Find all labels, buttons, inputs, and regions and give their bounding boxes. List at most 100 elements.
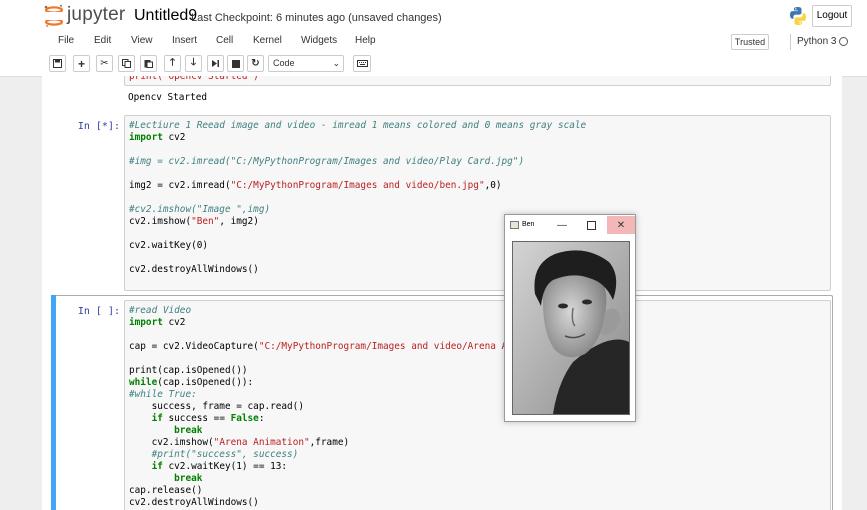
menubar: File Edit View Insert Cell Kernel Widget… xyxy=(0,31,867,53)
kernel-status-icon xyxy=(839,37,848,46)
code-token-plain: cv2.destroyAllWindows() xyxy=(129,264,259,275)
cell-type-select[interactable]: Code ⌄ xyxy=(268,55,344,72)
cell-input[interactable]: print("Opencv Started") xyxy=(124,76,831,86)
code-token-keyword: False xyxy=(230,413,259,424)
save-icon xyxy=(53,59,62,68)
cell-input[interactable]: #read Video import cv2 cap = cv2.VideoCa… xyxy=(124,300,831,510)
move-down-icon: 🡓 xyxy=(190,57,197,68)
jupyter-logo-text[interactable]: jupyter xyxy=(67,4,125,26)
move-up-button[interactable]: 🡑 xyxy=(164,55,181,72)
minimize-icon: — xyxy=(557,219,567,231)
code-line: print(cap.isOpened()) xyxy=(129,365,248,377)
window-app-icon xyxy=(510,221,519,229)
paste-button[interactable] xyxy=(140,55,157,72)
code-token-comment: #read Video xyxy=(129,305,192,316)
move-down-button[interactable]: 🡓 xyxy=(185,55,202,72)
code-token-plain: cv2 xyxy=(162,317,186,328)
cell-input[interactable]: #Lectiure 1 Reead image and video - imre… xyxy=(124,115,831,291)
checkpoint-status: Last Checkpoint: 6 minutes ago (unsaved … xyxy=(191,12,442,24)
code-token-keyword: break xyxy=(174,425,203,436)
notebook-container: print("Opencv Started") Opencv Started I… xyxy=(42,76,842,510)
code-token-comment: #while True: xyxy=(129,389,197,400)
code-token-plain: success == xyxy=(162,413,231,424)
menu-insert[interactable]: Insert xyxy=(172,35,197,46)
restart-button[interactable]: ↻ xyxy=(247,55,264,72)
code-token-keyword: break xyxy=(174,473,203,484)
code-token-plain: img2 = cv2.imread( xyxy=(129,180,231,191)
code-line: import cv2 xyxy=(129,317,185,329)
opencv-image-window[interactable]: Ben — ✕ xyxy=(504,214,636,422)
code-token-plain: cv2.imshow( xyxy=(129,437,214,448)
command-palette-button[interactable] xyxy=(353,55,371,72)
code-token-plain: : xyxy=(258,413,265,424)
code-token-keyword: if xyxy=(151,413,163,424)
interrupt-button[interactable] xyxy=(227,55,244,72)
notebook-header: jupyter Untitled9 Last Checkpoint: 6 min… xyxy=(0,0,867,31)
code-token-plain: cv2.imshow( xyxy=(129,216,192,227)
menu-kernel[interactable]: Kernel xyxy=(253,35,282,46)
code-line: cv2.destroyAllWindows() xyxy=(129,264,259,276)
menu-help[interactable]: Help xyxy=(355,35,376,46)
code-token-plain: cap.release() xyxy=(129,485,203,496)
code-token-keyword: while xyxy=(129,377,158,388)
cell-output: Opencv Started xyxy=(128,92,208,103)
code-line: #Lectiure 1 Reead image and video - imre… xyxy=(129,120,586,132)
code-token-plain: ,0) xyxy=(484,180,502,191)
code-line: break xyxy=(129,425,202,437)
stop-icon xyxy=(231,59,240,68)
code-cell-selected[interactable]: In [ ]: #read Video import cv2 cap = cv2… xyxy=(42,300,842,510)
keyboard-icon xyxy=(356,60,368,67)
code-token-string: "Ben" xyxy=(191,216,220,227)
toolbar: + ✂ 🡑 🡓 ↻ Code ⌄ xyxy=(0,52,867,77)
code-line: print("Opencv Started") xyxy=(129,76,259,83)
kernel-separator xyxy=(790,34,791,50)
code-token-plain: , img2) xyxy=(219,216,259,227)
kernel-name[interactable]: Python 3 xyxy=(797,36,836,47)
code-line: #print("success", success) xyxy=(129,449,299,461)
code-token-string: print("Opencv Started") xyxy=(129,76,259,82)
code-line: import cv2 xyxy=(129,132,185,144)
code-token-plain: cv2.waitKey(1) == 13: xyxy=(162,461,288,472)
cut-icon: ✂ xyxy=(100,58,109,69)
menu-cell[interactable]: Cell xyxy=(216,35,233,46)
code-token-keyword: import xyxy=(129,132,163,143)
restart-icon: ↻ xyxy=(251,58,260,69)
code-token-plain: (cap.isOpened()): xyxy=(157,377,254,388)
insert-cell-button[interactable]: + xyxy=(73,55,90,72)
cut-button[interactable]: ✂ xyxy=(96,55,113,72)
code-token-plain: cv2.destroyAllWindows() xyxy=(129,497,259,508)
code-cell[interactable]: In [*]: #Lectiure 1 Reead image and vide… xyxy=(42,115,842,291)
code-line: cv2.imshow("Arena Animation",frame) xyxy=(129,437,350,449)
code-token-comment: #cv2.imshow("Image ",img) xyxy=(129,204,271,215)
code-line: success, frame = cap.read() xyxy=(129,401,304,413)
copy-button[interactable] xyxy=(118,55,135,72)
copy-icon xyxy=(122,59,131,68)
save-button[interactable] xyxy=(49,55,66,72)
code-line: cv2.imshow("Ben", img2) xyxy=(129,216,259,228)
menu-edit[interactable]: Edit xyxy=(94,35,111,46)
trusted-indicator[interactable]: Trusted xyxy=(731,34,769,50)
logout-button[interactable]: Logout xyxy=(812,5,852,27)
code-token-string: "Arena Animation" xyxy=(213,437,310,448)
code-token-keyword: if xyxy=(151,461,163,472)
notebook-title[interactable]: Untitled9 xyxy=(134,7,197,25)
code-token-string: "C:/MyPythonProgram/Images and video/Are… xyxy=(258,341,519,352)
window-title: Ben xyxy=(522,221,535,228)
code-line: cv2.destroyAllWindows() xyxy=(129,497,259,509)
menu-widgets[interactable]: Widgets xyxy=(301,35,337,46)
minimize-button[interactable]: — xyxy=(548,216,576,234)
code-line: #cv2.imshow("Image ",img) xyxy=(129,204,270,216)
code-cell[interactable]: print("Opencv Started") Opencv Started xyxy=(42,76,842,114)
menu-file[interactable]: File xyxy=(58,35,74,46)
code-token-string: "C:/MyPythonProgram/Images and video/ben… xyxy=(230,180,485,191)
maximize-icon xyxy=(586,220,596,230)
run-button[interactable] xyxy=(207,55,224,72)
close-icon: ✕ xyxy=(616,219,626,231)
code-line: if cv2.waitKey(1) == 13: xyxy=(129,461,287,473)
maximize-button[interactable] xyxy=(577,216,605,234)
close-button[interactable]: ✕ xyxy=(607,216,635,234)
menu-view[interactable]: View xyxy=(131,35,153,46)
